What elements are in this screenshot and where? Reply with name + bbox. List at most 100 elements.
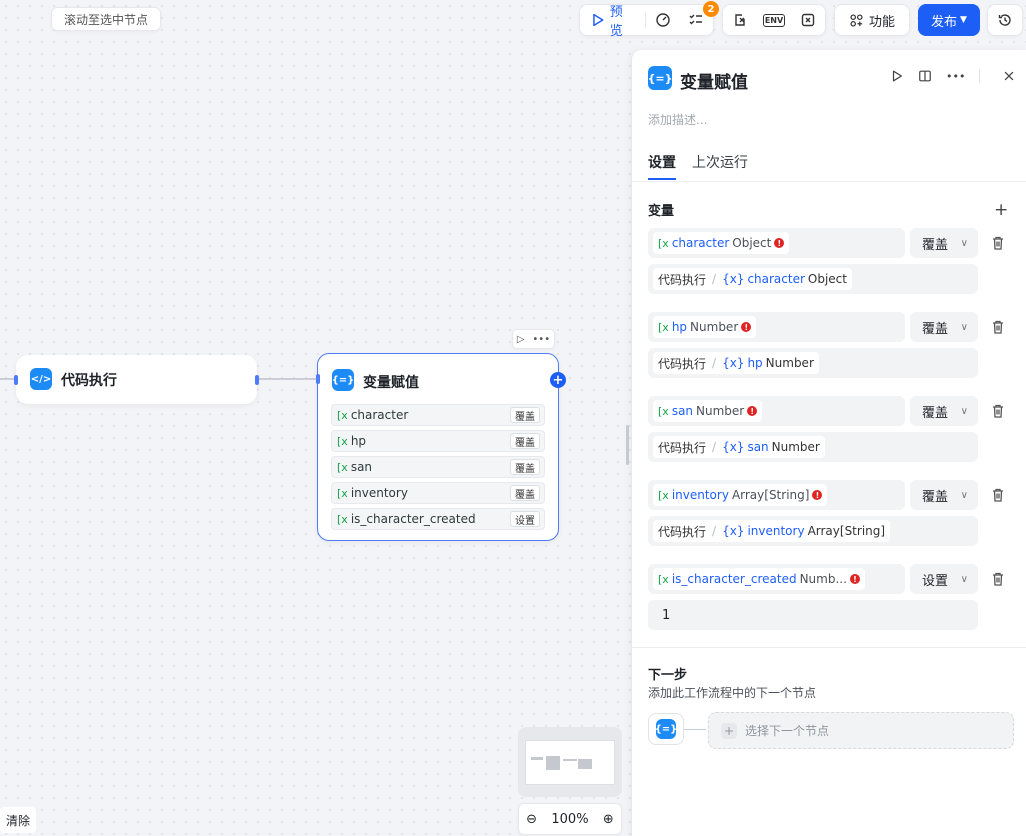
mode-select[interactable]: 设置 ∨ [910,564,978,594]
target-variable-select[interactable]: [x character Object ! [648,228,905,258]
tab-active-indicator [648,178,676,180]
add-next-node-icon[interactable]: + [550,372,566,388]
connector-line [684,729,706,730]
trash-icon[interactable] [990,571,1006,587]
chevron-down-icon: ∨ [960,321,968,333]
publish-label: 发布 [931,14,958,30]
preview-button[interactable]: 预览 [580,5,645,39]
env-icon: ENV [762,13,786,27]
node-var-row: [x is_character_created 设置 [331,508,545,530]
source-type: Number [771,440,820,454]
constant-value-input[interactable]: 1 [648,600,978,630]
var-type: Object [732,236,772,250]
todo-list-button[interactable]: 2 [680,1,719,35]
scroll-to-selected-button[interactable]: 滚动至选中节点 [51,7,161,31]
input-port[interactable] [316,374,320,384]
minimap[interactable] [518,727,622,797]
output-port[interactable] [255,375,259,385]
variable-chip: [x is_character_created Numb... ! [653,568,865,590]
target-variable-select[interactable]: [x inventory Array[String] ! [648,480,905,510]
mode-value: 覆盖 [922,489,949,505]
source-variable-select[interactable]: 代码执行 / {x} san Number [648,432,978,462]
source-variable-select[interactable]: 代码执行 / {x} inventory Array[String] [648,516,978,546]
mode-value: 覆盖 [922,405,949,421]
variable-icon: [x [337,408,348,422]
node-var-row: [x hp 覆盖 [331,430,545,452]
clear-button[interactable]: 清除 [0,807,36,833]
next-step-subtitle: 添加此工作流程中的下一个节点 [648,686,817,700]
variable-icon: [x [658,404,669,418]
select-next-node-button[interactable]: + 选择下一个节点 [708,712,1014,749]
gauge-icon [656,13,670,27]
split-view-icon[interactable] [918,69,932,83]
assign-icon: {=} [648,66,672,90]
panel-resize-handle[interactable] [626,425,629,465]
node-var-row: [x character 覆盖 [331,404,545,426]
list-check-icon [689,14,703,25]
path-separator: / [712,440,717,454]
conversation-vars-button[interactable] [793,5,823,35]
zoom-controls: ⊖ 100% ⊕ [518,803,622,835]
mode-select[interactable]: 覆盖 ∨ [910,228,978,258]
trash-icon[interactable] [990,319,1006,335]
run-node-icon[interactable]: ▷ [517,334,525,345]
var-name: is_character_created [350,512,476,526]
history-button[interactable] [987,4,1023,36]
env-button[interactable]: ENV [759,5,789,35]
panel-title[interactable]: 变量赋值 [680,68,748,93]
trash-icon[interactable] [990,403,1006,419]
trash-icon[interactable] [990,235,1006,251]
trash-icon[interactable] [990,487,1006,503]
add-variable-icon[interactable]: + [994,200,1008,220]
variable-x-icon: {x} [722,272,745,286]
tab-settings[interactable]: 设置 [648,152,676,172]
variable-chip: [x inventory Array[String] ! [653,484,828,506]
run-icon[interactable] [890,69,904,83]
source-var: character [747,272,805,286]
mode-tag: 设置 [510,511,540,527]
source-node: 代码执行 [658,272,707,287]
var-name: hp [350,434,367,448]
mode-select[interactable]: 覆盖 ∨ [910,480,978,510]
error-icon: ! [774,238,785,248]
mode-select[interactable]: 覆盖 ∨ [910,396,978,426]
input-port[interactable] [14,375,18,385]
source-variable-select[interactable]: 代码执行 / {x} character Object [648,264,978,294]
target-variable-select[interactable]: [x is_character_created Numb... ! [648,564,905,594]
variable-icon: [x [658,236,669,250]
checklist-button[interactable] [646,5,679,35]
toolbar-vars-group: ENV [722,4,826,36]
zoom-out-icon[interactable]: ⊖ [526,812,537,827]
zoom-in-icon[interactable]: ⊕ [603,812,614,827]
source-variable-select[interactable]: 代码执行 / {x} hp Number [648,348,978,378]
mode-select[interactable]: 覆盖 ∨ [910,312,978,342]
code-execution-node[interactable]: </> 代码执行 [14,355,259,404]
close-icon[interactable] [1002,69,1016,83]
zoom-level[interactable]: 100% [551,812,588,827]
tab-last-run[interactable]: 上次运行 [692,152,748,172]
divider [632,647,1026,648]
todo-count-badge: 2 [703,1,719,17]
var-type: Array[String] [731,488,810,502]
error-icon: ! [849,574,860,584]
more-icon[interactable]: ••• [946,70,965,83]
variable-chip: [x san Number ! [653,400,763,422]
mode-value: 设置 [922,573,949,589]
features-button[interactable]: 功能 [834,4,910,36]
variable-icon: [x [658,572,669,586]
variables-section-label: 变量 [648,204,675,219]
target-variable-select[interactable]: [x hp Number ! [648,312,905,342]
target-variable-select[interactable]: [x san Number ! [648,396,905,426]
description-input[interactable]: 添加描述... [648,111,707,128]
publish-button[interactable]: 发布 ▼ [918,4,980,36]
source-var: inventory [747,524,805,538]
source-chip: 代码执行 / {x} san Number [653,436,825,458]
path-separator: / [712,356,717,370]
variable-assign-node[interactable]: {=} 变量赋值 + [x character 覆盖 [x hp 覆盖 [x s… [316,353,566,541]
select-next-node-label: 选择下一个节点 [745,724,830,738]
var-name: character [671,236,730,250]
more-icon[interactable]: ••• [532,334,550,345]
variable-icon: [x [337,486,348,500]
divider [632,181,1026,182]
variables-button[interactable] [725,5,755,35]
